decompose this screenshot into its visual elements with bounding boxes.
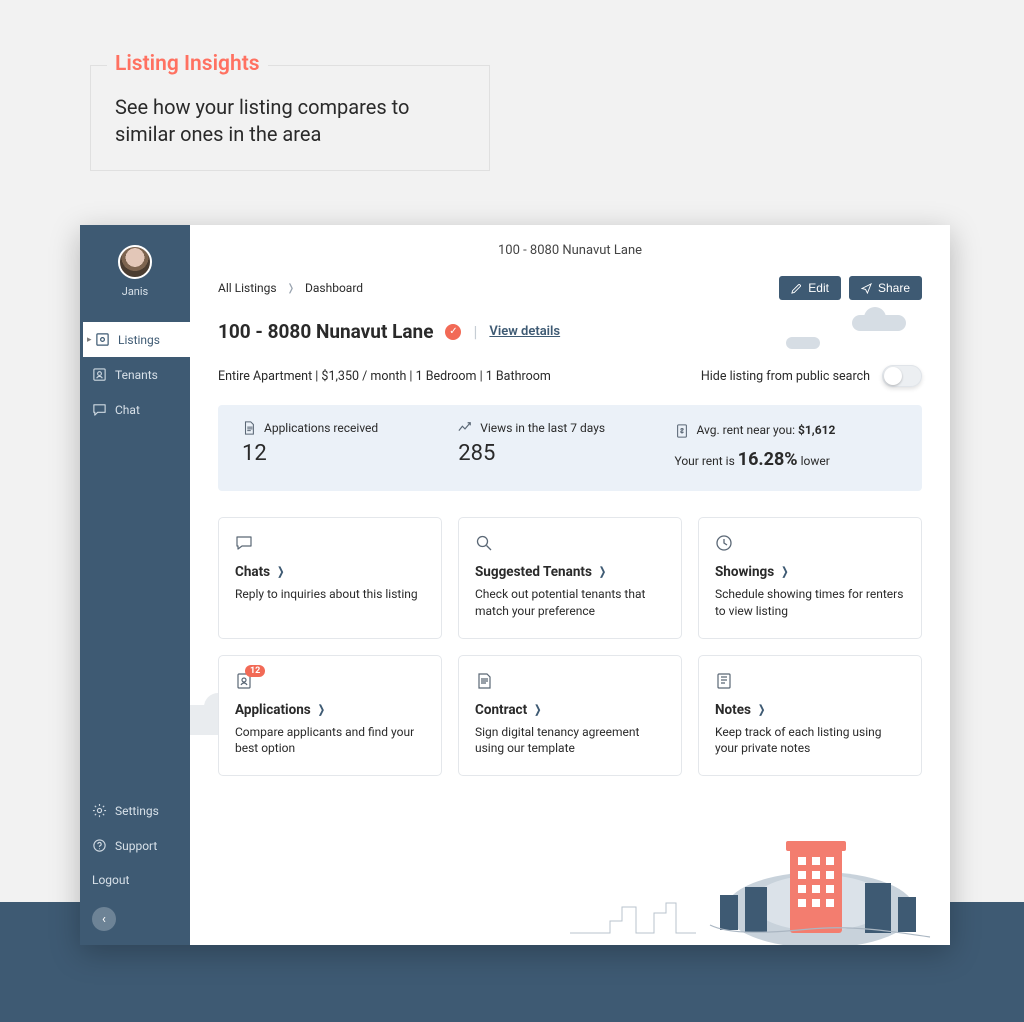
- hide-listing-toggle-group: Hide listing from public search: [701, 365, 922, 387]
- trend-icon: [458, 421, 472, 435]
- breadcrumb-item[interactable]: All Listings: [218, 281, 277, 295]
- chevron-right-icon: ❭: [780, 565, 789, 578]
- chevron-right-icon: ❭: [533, 703, 542, 716]
- sidebar-item-label: Tenants: [115, 368, 158, 382]
- chevron-right-icon: ❭: [598, 565, 607, 578]
- notes-icon: [715, 672, 733, 690]
- user-name: Janis: [80, 285, 190, 298]
- sidebar-item-logout[interactable]: Logout: [80, 863, 190, 897]
- edit-button[interactable]: Edit: [779, 276, 841, 300]
- breadcrumb-item[interactable]: Dashboard: [305, 281, 363, 295]
- listing-meta-row: Entire Apartment | $1,350 / month | 1 Be…: [190, 343, 950, 387]
- header-actions: Edit Share: [779, 276, 922, 300]
- cloud-decoration: [852, 315, 906, 331]
- sidebar-item-label: Logout: [92, 873, 129, 887]
- stat-views: Views in the last 7 days 285: [458, 421, 644, 475]
- listing-subline: Entire Apartment | $1,350 / month | 1 Be…: [218, 369, 551, 384]
- hide-listing-label: Hide listing from public search: [701, 369, 870, 384]
- app-window: Janis Listings Tenants Chat: [80, 225, 950, 945]
- cards-grid: Chats❭ Reply to inquiries about this lis…: [190, 491, 950, 786]
- gear-icon: [92, 803, 107, 818]
- listings-icon: [95, 332, 110, 347]
- collapse-sidebar-button[interactable]: ‹: [92, 907, 116, 931]
- search-icon: [475, 534, 493, 552]
- tenants-icon: [92, 367, 107, 382]
- main-panel: 100 - 8080 Nunavut Lane All Listings ❭ D…: [190, 225, 950, 945]
- chat-icon: [235, 534, 253, 552]
- contract-icon: [475, 672, 493, 690]
- chevron-right-icon: ❭: [276, 565, 285, 578]
- promo-subtitle: See how your listing compares to similar…: [115, 94, 465, 148]
- card-chats[interactable]: Chats❭ Reply to inquiries about this lis…: [218, 517, 442, 639]
- topbar: All Listings ❭ Dashboard Edit Share: [190, 272, 950, 300]
- card-contract[interactable]: Contract❭ Sign digital tenancy agreement…: [458, 655, 682, 777]
- city-illustration: [570, 825, 940, 945]
- avatar: [118, 245, 152, 279]
- chat-icon: [92, 402, 107, 417]
- price-icon: [675, 424, 689, 438]
- stat-percent: 16.28%: [738, 449, 798, 470]
- sidebar-item-label: Support: [115, 839, 157, 853]
- share-button[interactable]: Share: [849, 276, 922, 300]
- stat-rent-compare: Avg. rent near you: $1,612 Your rent is …: [675, 421, 899, 475]
- sidebar-item-listings[interactable]: Listings: [80, 322, 190, 357]
- card-applications[interactable]: 12 Applications❭ Compare applicants and …: [218, 655, 442, 777]
- primary-nav: Listings Tenants Chat: [80, 322, 190, 427]
- stat-value: 12: [242, 441, 428, 466]
- card-notes[interactable]: Notes❭ Keep track of each listing using …: [698, 655, 922, 777]
- help-icon: [92, 838, 107, 853]
- badge-count: 12: [245, 665, 265, 677]
- promo-callout: Listing Insights See how your listing co…: [90, 65, 490, 171]
- sidebar-item-support[interactable]: Support: [80, 828, 190, 863]
- hide-listing-toggle[interactable]: [882, 365, 922, 387]
- promo-title: Listing Insights: [107, 52, 268, 76]
- stat-applications: Applications received 12: [242, 421, 428, 475]
- chevron-right-icon: ❭: [317, 703, 326, 716]
- chevron-left-icon: ‹: [102, 912, 106, 927]
- breadcrumb: All Listings ❭ Dashboard: [218, 281, 363, 295]
- sidebar-item-chat[interactable]: Chat: [80, 392, 190, 427]
- sidebar-item-tenants[interactable]: Tenants: [80, 357, 190, 392]
- document-icon: [242, 421, 256, 435]
- user-block[interactable]: Janis: [80, 225, 190, 304]
- sidebar-bottom: Settings Support Logout ‹: [80, 793, 190, 945]
- chevron-right-icon: ❭: [757, 703, 766, 716]
- stat-value: 285: [458, 441, 644, 466]
- view-details-link[interactable]: View details: [489, 324, 560, 339]
- sidebar-item-label: Settings: [115, 804, 159, 818]
- verified-badge-icon: ✓: [445, 324, 461, 340]
- pencil-icon: [791, 283, 802, 294]
- sidebar-item-label: Chat: [115, 403, 140, 417]
- stats-bar: Applications received 12 Views in the la…: [218, 405, 922, 491]
- sidebar-item-settings[interactable]: Settings: [80, 793, 190, 828]
- window-title: 100 - 8080 Nunavut Lane: [190, 225, 950, 272]
- sidebar-item-label: Listings: [118, 333, 160, 347]
- send-icon: [861, 283, 872, 294]
- heading-row: 100 - 8080 Nunavut Lane ✓ | View details: [190, 300, 950, 343]
- applications-icon: 12: [235, 672, 253, 690]
- card-showings[interactable]: Showings❭ Schedule showing times for ren…: [698, 517, 922, 639]
- sidebar: Janis Listings Tenants Chat: [80, 225, 190, 945]
- chevron-right-icon: ❭: [287, 283, 295, 294]
- page-title: 100 - 8080 Nunavut Lane: [218, 320, 433, 343]
- cloud-decoration: [786, 337, 820, 349]
- clock-icon: [715, 534, 733, 552]
- card-suggested-tenants[interactable]: Suggested Tenants❭ Check out potential t…: [458, 517, 682, 639]
